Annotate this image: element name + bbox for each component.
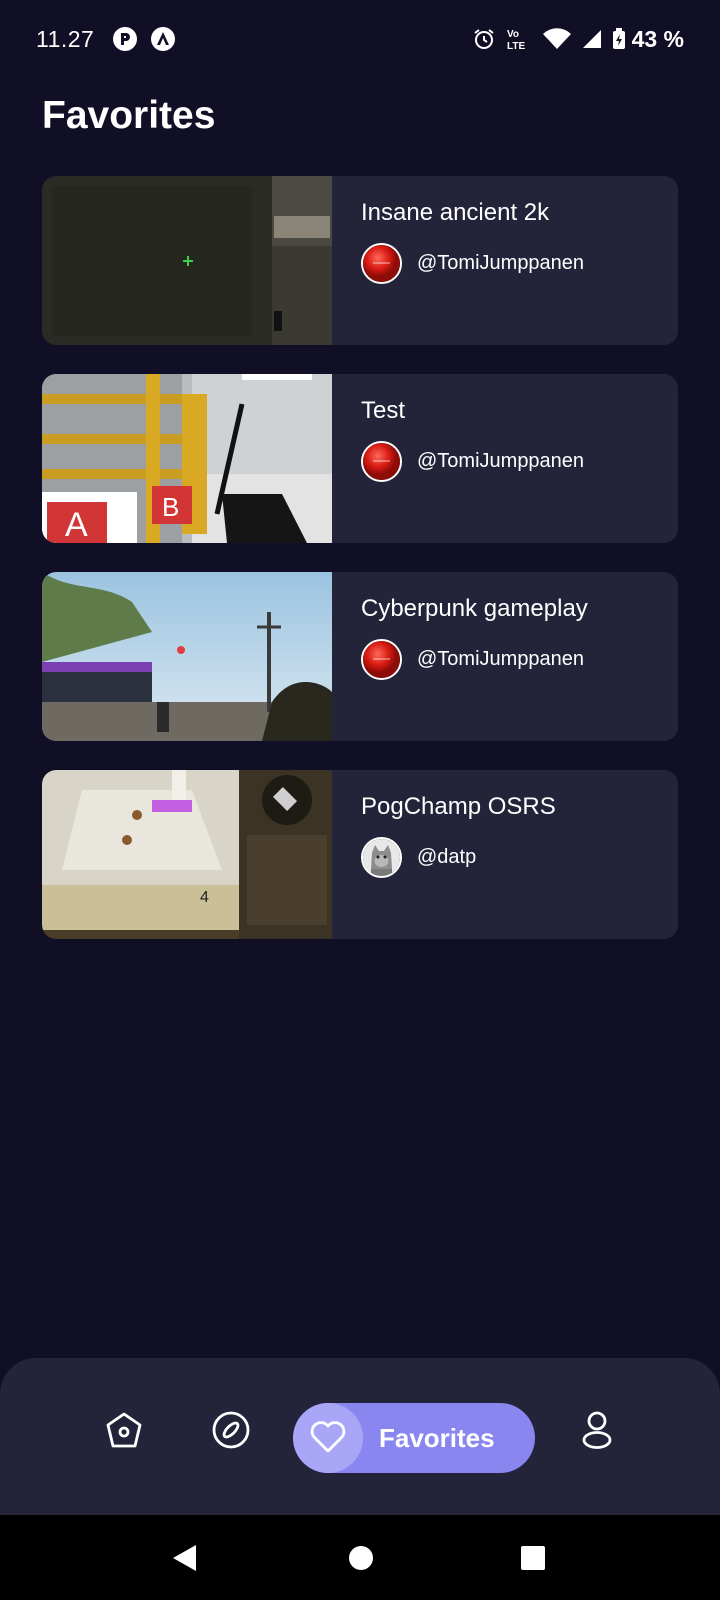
battery-percent: 43 %	[631, 25, 684, 52]
alarm-icon	[472, 27, 496, 51]
grey-cat-avatar[interactable]	[361, 837, 402, 878]
card-user[interactable]: @TomiJumppanen	[361, 639, 588, 680]
heart-icon	[309, 1418, 347, 1459]
home-circle-icon	[348, 1545, 374, 1576]
card-user[interactable]: @TomiJumppanen	[361, 243, 584, 284]
video-title: Test	[361, 397, 406, 424]
status-bar: 11.27 Vo LTE 43 %	[0, 0, 720, 78]
svg-text:A: A	[65, 506, 88, 543]
nav-explore[interactable]	[209, 1410, 253, 1454]
explore-icon	[211, 1410, 251, 1455]
favorite-card[interactable]: Insane ancient 2k @TomiJumppanen	[42, 176, 678, 345]
system-nav-bar	[0, 1515, 720, 1600]
username: @TomiJumppanen	[417, 648, 585, 670]
video-thumbnail[interactable]	[42, 572, 332, 741]
pill-icon-wrap	[293, 1403, 363, 1473]
app-a-icon	[150, 26, 176, 52]
page-title: Favorites	[42, 94, 216, 137]
bottom-nav: Favorites	[0, 1358, 720, 1515]
card-info: Cyberpunk gameplay @TomiJumppanen	[332, 572, 588, 741]
favorite-card[interactable]: A B Test @TomiJumppanen	[42, 374, 678, 543]
card-user[interactable]: @TomiJumppanen	[361, 441, 584, 482]
card-user[interactable]: @datp	[361, 837, 556, 878]
card-info: Test @TomiJumppanen	[332, 374, 584, 543]
svg-text:4: 4	[200, 889, 209, 906]
home-button[interactable]	[348, 1545, 374, 1576]
svg-text:LTE: LTE	[507, 41, 525, 52]
username: @TomiJumppanen	[417, 252, 585, 274]
back-triangle-icon	[170, 1543, 198, 1578]
nav-favorites-label: Favorites	[379, 1422, 495, 1453]
nav-profile[interactable]	[575, 1410, 619, 1454]
video-title: Insane ancient 2k	[361, 199, 550, 226]
svg-text:Vo: Vo	[507, 29, 519, 40]
red-ball-avatar[interactable]	[361, 243, 402, 284]
status-time: 11.27	[36, 25, 95, 52]
favorite-card[interactable]: Cyberpunk gameplay @TomiJumppanen	[42, 572, 678, 741]
video-thumbnail[interactable]: 4	[42, 770, 332, 939]
video-title: Cyberpunk gameplay	[361, 595, 588, 622]
status-left: 11.27	[36, 26, 188, 53]
card-info: PogChamp OSRS @datp	[332, 770, 556, 939]
video-thumbnail[interactable]: A B	[42, 374, 332, 543]
username: @TomiJumppanen	[417, 450, 585, 472]
status-right: Vo LTE 43 %	[463, 26, 684, 53]
video-title: PogChamp OSRS	[361, 793, 556, 820]
red-ball-avatar[interactable]	[361, 639, 402, 680]
volte-icon: Vo LTE	[505, 26, 533, 52]
back-button[interactable]	[170, 1543, 198, 1578]
home-icon	[104, 1410, 144, 1455]
nav-favorites[interactable]: Favorites	[293, 1403, 535, 1473]
favorite-card[interactable]: 4 PogChamp OSRS @datp	[42, 770, 678, 939]
red-ball-avatar[interactable]	[361, 441, 402, 482]
username: @datp	[417, 846, 477, 868]
profile-icon	[580, 1410, 614, 1455]
svg-text:B: B	[162, 492, 179, 522]
recents-button[interactable]	[520, 1545, 546, 1576]
wifi-icon	[542, 28, 572, 50]
app-r-icon	[112, 26, 138, 52]
recents-square-icon	[520, 1545, 546, 1576]
card-info: Insane ancient 2k @TomiJumppanen	[332, 176, 584, 345]
nav-home[interactable]	[102, 1410, 146, 1454]
battery-icon	[612, 28, 626, 50]
video-thumbnail[interactable]	[42, 176, 332, 345]
signal-icon	[581, 28, 603, 50]
favorites-list: Insane ancient 2k @TomiJumppanen A B Tes…	[42, 176, 678, 968]
